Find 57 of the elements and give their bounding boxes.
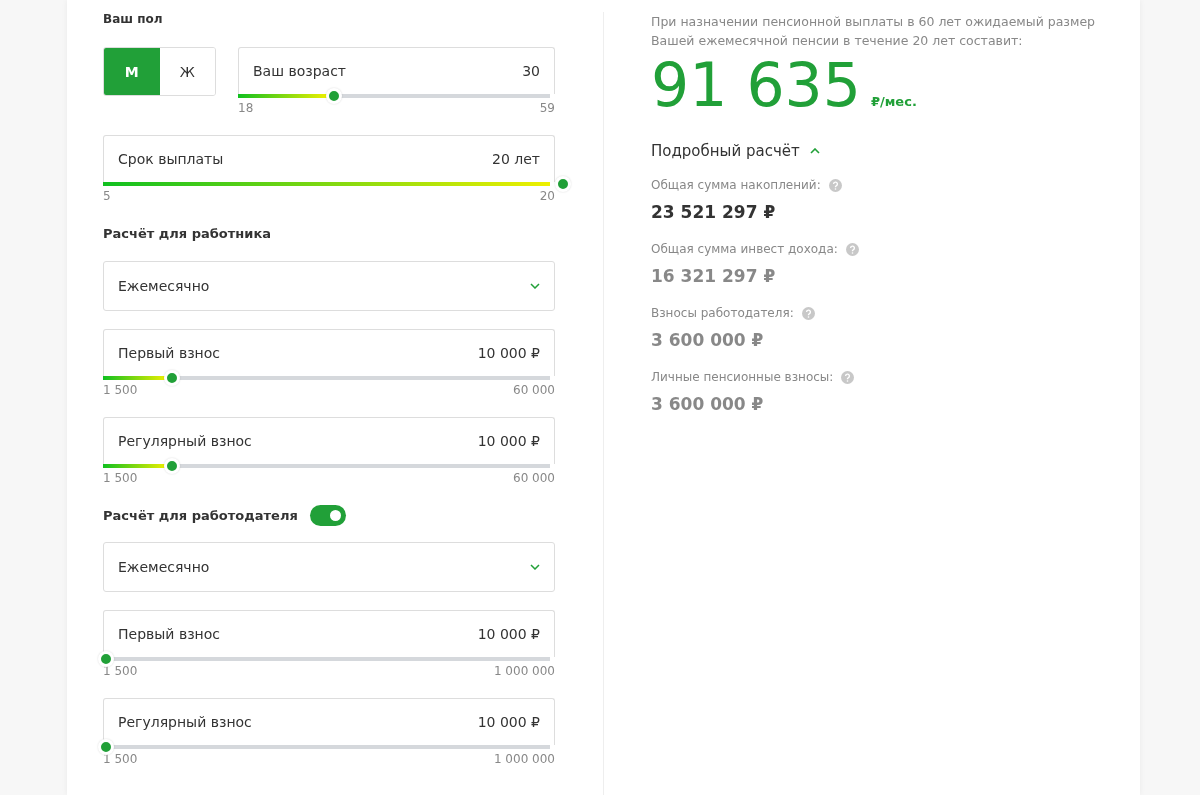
min-value: 18	[238, 101, 254, 115]
min-value: 1 500	[103, 471, 138, 485]
field-value: 10 000 ₽	[477, 626, 540, 642]
detail-value: 3 600 000 ₽	[651, 330, 765, 350]
slider-thumb[interactable]	[326, 88, 343, 104]
toggle-switch[interactable]	[309, 505, 346, 526]
slider-thumb[interactable]	[98, 739, 114, 755]
detail-label: Общая сумма инвест дохода:	[651, 242, 838, 256]
detail-label: Взносы работодателя:	[651, 306, 794, 320]
detail-label: Общая сумма накоплений:	[651, 178, 821, 192]
section-heading: Расчёт для работодателя	[103, 508, 298, 523]
dropdown-value: Ежемесячно	[118, 559, 210, 575]
max-value: 1 000 000	[493, 752, 555, 766]
min-value: 1 500	[103, 383, 138, 397]
details-toggle[interactable]: Подробный расчёт	[651, 142, 820, 160]
slider-thumb[interactable]	[98, 651, 114, 667]
detail-value: 23 521 297 ₽	[651, 202, 777, 222]
max-value: 59	[539, 101, 555, 115]
min-value: 5	[103, 189, 111, 203]
field-value: 10 000 ₽	[477, 714, 540, 730]
min-value: 1 500	[103, 752, 138, 766]
detail-value: 16 321 297 ₽	[651, 266, 777, 286]
slider-thumb[interactable]	[163, 370, 180, 386]
chevron-down-icon	[530, 564, 540, 570]
field-label: Регулярный взнос	[118, 714, 252, 730]
detail-value: 3 600 000 ₽	[651, 394, 765, 414]
max-value: 20	[539, 189, 555, 203]
field-label: Первый взнос	[118, 626, 220, 642]
field-value: 20 лет	[492, 151, 540, 167]
chevron-down-icon	[530, 283, 540, 289]
max-value: 60 000	[513, 471, 555, 485]
min-value: 1 500	[103, 664, 138, 678]
section-label: Ваш пол	[103, 12, 164, 28]
help-icon	[801, 306, 815, 320]
field-label: Срок выплаты	[118, 151, 224, 167]
dropdown-value: Ежемесячно	[118, 278, 210, 294]
detail-label: Личные пенсионные взносы:	[651, 370, 834, 384]
help-icon	[841, 370, 855, 384]
max-value: 60 000	[513, 383, 555, 397]
field-label: Ваш возраст	[253, 63, 347, 79]
pension-amount: 91 635	[651, 52, 861, 118]
slider-thumb[interactable]	[163, 458, 180, 474]
field-value: 10 000 ₽	[477, 433, 540, 449]
max-value: 1 000 000	[493, 664, 555, 678]
help-icon	[828, 178, 842, 192]
slider-thumb[interactable]	[555, 176, 571, 192]
description-text: При назначении пенсионной выплаты в 60 лет ожидаемый размер Вашей ежемесячной пенсии в течение 20 лет составит:	[651, 13, 1097, 50]
dropdown-field[interactable]: Ежемесячно	[103, 261, 555, 311]
field-label: Первый взнос	[118, 345, 220, 361]
chevron-up-icon	[809, 148, 820, 154]
section-heading: Расчёт для работника	[103, 226, 272, 241]
field-value: 30	[522, 63, 540, 79]
help-icon	[845, 242, 859, 256]
field-label: Регулярный взнос	[118, 433, 252, 449]
amount-unit: ₽/мес.	[870, 94, 917, 109]
field-value: 10 000 ₽	[477, 345, 540, 361]
dropdown-field[interactable]: Ежемесячно	[103, 542, 555, 592]
